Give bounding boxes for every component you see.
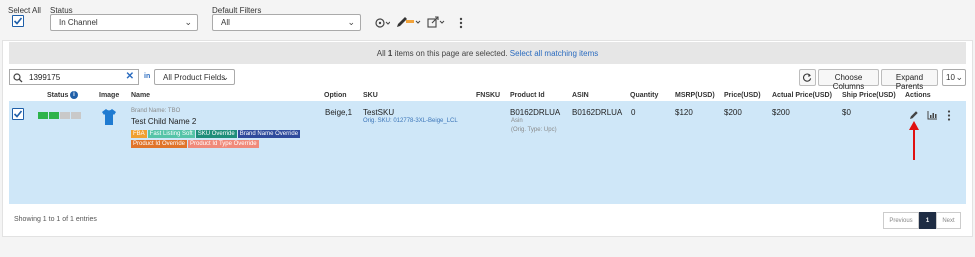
column-product-id[interactable]: Product Id bbox=[510, 92, 545, 99]
select-all-matching-link[interactable]: Select all matching items bbox=[510, 49, 598, 58]
pencil-icon bbox=[397, 17, 421, 27]
chevron-down-icon: ⌄ bbox=[347, 17, 355, 27]
msrp-value: $120 bbox=[675, 108, 693, 117]
page-1-button[interactable]: 1 bbox=[919, 212, 936, 229]
ship-price-value: $0 bbox=[842, 108, 851, 117]
page-size-select[interactable]: 10 ⌄ bbox=[942, 69, 966, 86]
page-size-value: 10 bbox=[946, 73, 955, 82]
tag-product-id-override: Product Id Override bbox=[131, 140, 188, 148]
orig-type-value: (Orig. Type: Upc) bbox=[511, 127, 557, 133]
select-all-checkbox[interactable] bbox=[12, 15, 24, 27]
tag-fast-listing: Fast Listing Soft bbox=[147, 130, 195, 138]
column-asin[interactable]: ASIN bbox=[572, 92, 589, 99]
status-filter-value: In Channel bbox=[59, 18, 98, 27]
select-all-label: Select All bbox=[8, 6, 41, 15]
tag-brand-override: Brand Name Override bbox=[237, 130, 301, 138]
search-in-label: in bbox=[144, 73, 151, 80]
entries-info: Showing 1 to 1 of 1 entries bbox=[14, 216, 97, 223]
tag-sku-override: SKU Override bbox=[195, 130, 237, 138]
banner-prefix: All bbox=[376, 49, 388, 58]
default-filters-select[interactable]: All ⌄ bbox=[212, 14, 361, 31]
column-fnsku[interactable]: FNSKU bbox=[476, 92, 500, 99]
column-actual-price[interactable]: Actual Price(USD) bbox=[772, 92, 832, 99]
override-tags: FBA Fast Listing Soft SKU Override Brand Na… bbox=[131, 128, 321, 138]
override-tags-2: Product Id Override Product Id Type Overr… bbox=[131, 138, 321, 148]
option-value: Beige,1 bbox=[325, 108, 353, 117]
target-dropdown-button[interactable] bbox=[374, 17, 391, 29]
banner-suffix: items on this page are selected. bbox=[392, 49, 508, 58]
search-value: 1399175 bbox=[29, 73, 61, 82]
crosshair-icon bbox=[375, 18, 391, 28]
search-field-value: All Product Fields bbox=[163, 73, 226, 82]
more-options-icon[interactable] bbox=[459, 17, 463, 29]
product-name[interactable]: Test Child Name 2 bbox=[131, 117, 196, 126]
column-actions: Actions bbox=[905, 92, 931, 99]
column-msrp[interactable]: MSRP(USD) bbox=[675, 92, 715, 99]
previous-page-button[interactable]: Previous bbox=[883, 212, 919, 229]
chart-button[interactable] bbox=[927, 110, 938, 120]
tag-product-id-type-override: Product Id Type Override bbox=[188, 140, 259, 148]
chevron-down-icon: ⌄ bbox=[221, 72, 229, 82]
refresh-button[interactable] bbox=[799, 69, 816, 86]
product-id-value: B0162DRLUA bbox=[510, 108, 561, 117]
export-dropdown-button[interactable] bbox=[427, 16, 445, 28]
row-select-checkbox[interactable] bbox=[12, 108, 24, 120]
edit-button[interactable] bbox=[909, 110, 919, 120]
product-id-type: Asin bbox=[511, 118, 523, 124]
column-price[interactable]: Price(USD) bbox=[724, 92, 761, 99]
clear-search-icon[interactable]: ✕ bbox=[126, 71, 134, 82]
column-option[interactable]: Option bbox=[324, 92, 347, 99]
asin-value: B0162DRLUA bbox=[572, 108, 623, 117]
checkmark-icon bbox=[13, 110, 23, 118]
refresh-icon bbox=[803, 73, 812, 82]
sku-value: TestSKU bbox=[363, 108, 395, 117]
pencil-icon bbox=[910, 111, 918, 119]
next-page-button[interactable]: Next bbox=[936, 212, 961, 229]
search-input[interactable]: 1399175 ✕ bbox=[9, 69, 139, 85]
column-sku[interactable]: SKU bbox=[363, 92, 378, 99]
column-status[interactable]: Status i bbox=[47, 91, 78, 99]
brand-name: Brand Name: TBO bbox=[131, 108, 181, 114]
quantity-value: 0 bbox=[631, 108, 636, 117]
actual-price-value: $200 bbox=[772, 108, 790, 117]
price-value: $200 bbox=[724, 108, 742, 117]
chevron-down-icon: ⌄ bbox=[955, 72, 963, 82]
bar-chart-icon bbox=[927, 111, 937, 120]
row-more-icon[interactable] bbox=[947, 110, 951, 121]
tshirt-icon bbox=[102, 109, 116, 125]
choose-columns-button[interactable]: Choose Columns bbox=[818, 69, 879, 91]
share-icon bbox=[427, 16, 445, 28]
orig-sku-value: Orig. SKU: 012778-3XL-Beige_LCL bbox=[363, 118, 458, 124]
product-image[interactable] bbox=[101, 108, 117, 128]
column-ship-price[interactable]: Ship Price(USD) bbox=[842, 92, 896, 99]
selection-banner: All 1 items on this page are selected. S… bbox=[9, 42, 966, 64]
column-name[interactable]: Name bbox=[131, 92, 150, 99]
status-filter-select[interactable]: In Channel ⌄ bbox=[50, 14, 198, 31]
checkmark-icon bbox=[13, 17, 23, 25]
info-icon[interactable]: i bbox=[70, 91, 78, 99]
search-icon bbox=[13, 73, 23, 83]
edit-dropdown-button[interactable] bbox=[396, 16, 422, 28]
column-image[interactable]: Image bbox=[99, 92, 119, 99]
chevron-down-icon: ⌄ bbox=[184, 17, 192, 27]
expand-parents-button[interactable]: Expand Parents bbox=[881, 69, 938, 91]
search-field-select[interactable]: All Product Fields ⌄ bbox=[154, 69, 235, 85]
annotation-arrow-icon bbox=[908, 120, 920, 162]
status-indicator bbox=[38, 112, 83, 119]
default-filters-value: All bbox=[221, 18, 230, 27]
column-quantity[interactable]: Quantity bbox=[630, 92, 658, 99]
tag-fba: FBA bbox=[131, 130, 147, 138]
